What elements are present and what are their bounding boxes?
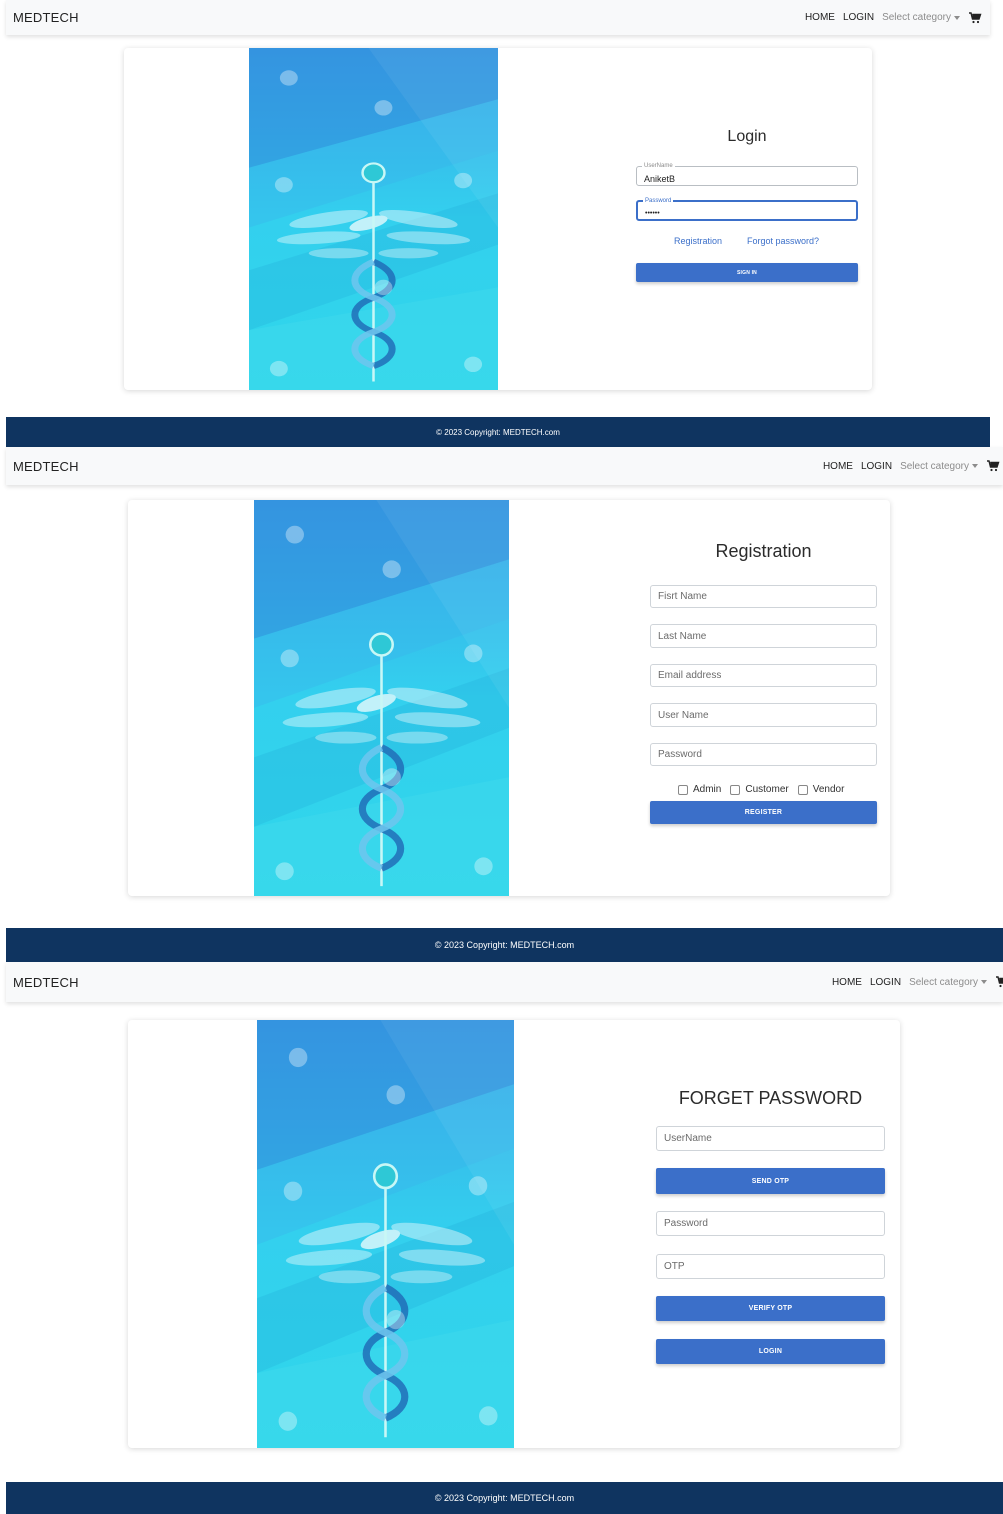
role-label: Customer xyxy=(745,784,789,795)
category-label: Select category xyxy=(882,12,951,23)
role-customer[interactable]: Customer xyxy=(730,784,789,795)
nav-home-link[interactable]: HOME xyxy=(805,12,835,23)
nav-links: HOME LOGIN Select category xyxy=(823,460,1000,472)
cart-icon[interactable] xyxy=(968,11,982,24)
forgot-password-link[interactable]: Forgot password? xyxy=(747,236,819,246)
category-label: Select category xyxy=(900,460,969,472)
username-field[interactable]: User Name xyxy=(650,703,877,727)
send-otp-button[interactable]: SEND OTP xyxy=(656,1168,885,1194)
copyright-text: © 2023 Copyright: MEDTECH.com xyxy=(436,427,560,437)
username-label: UserName xyxy=(642,162,675,170)
hero-image xyxy=(254,500,509,896)
category-label: Select category xyxy=(909,976,978,988)
hero-image xyxy=(257,1020,514,1448)
password-value: •••••• xyxy=(645,210,660,217)
role-vendor[interactable]: Vendor xyxy=(797,784,845,795)
cart-icon[interactable] xyxy=(995,976,1003,988)
username-value: AniketB xyxy=(644,174,676,184)
password-field[interactable]: Password xyxy=(656,1211,885,1236)
category-dropdown[interactable]: Select category xyxy=(882,12,960,23)
role-checkboxes: Admin Customer Vendor xyxy=(678,784,853,795)
navbar: MEDTECH HOME LOGIN Select category xyxy=(6,447,1003,485)
role-label: Vendor xyxy=(812,784,845,795)
registration-link[interactable]: Registration xyxy=(674,236,722,246)
brand-logo[interactable]: MEDTECH xyxy=(13,459,79,474)
chevron-down-icon xyxy=(972,464,978,468)
category-dropdown[interactable]: Select category xyxy=(900,461,978,472)
register-button[interactable]: REGISTER xyxy=(650,801,877,824)
footer: © 2023 Copyright: MEDTECH.com xyxy=(6,1482,1003,1514)
page-title: Login xyxy=(727,128,767,145)
footer: © 2023 Copyright: MEDTECH.com xyxy=(6,417,990,447)
role-admin[interactable]: Admin xyxy=(678,784,721,795)
sign-in-button[interactable]: SIGN IN xyxy=(636,263,858,282)
footer: © 2023 Copyright: MEDTECH.com xyxy=(6,928,1003,962)
nav-links: HOME LOGIN Select category xyxy=(832,976,1003,988)
verify-otp-button[interactable]: VERIFY OTP xyxy=(656,1296,885,1321)
nav-home-link[interactable]: HOME xyxy=(832,977,862,988)
last-name-field[interactable]: Last Name xyxy=(650,624,877,648)
hero-image xyxy=(249,48,498,390)
username-field[interactable]: UserName AniketB xyxy=(636,162,858,186)
password-field[interactable]: Password •••••• xyxy=(636,197,858,221)
nav-links: HOME LOGIN Select category xyxy=(805,11,982,24)
page-title: FORGET PASSWORD xyxy=(678,1088,863,1108)
nav-login-link[interactable]: LOGIN xyxy=(861,461,892,472)
otp-field[interactable]: OTP xyxy=(656,1254,885,1279)
admin-checkbox[interactable] xyxy=(678,784,688,795)
chevron-down-icon xyxy=(954,15,960,20)
username-field[interactable]: UserName xyxy=(656,1126,885,1151)
page-title: Registration xyxy=(715,541,812,561)
nav-login-link[interactable]: LOGIN xyxy=(843,12,874,23)
navbar: MEDTECH HOME LOGIN Select category xyxy=(6,962,1003,1002)
brand-logo[interactable]: MEDTECH xyxy=(13,975,79,990)
first-name-field[interactable]: Fisrt Name xyxy=(650,585,877,608)
cart-icon[interactable] xyxy=(986,460,1000,472)
login-button[interactable]: LOGIN xyxy=(656,1339,885,1364)
brand-logo[interactable]: MEDTECH xyxy=(13,10,79,25)
nav-login-link[interactable]: LOGIN xyxy=(870,977,901,988)
category-dropdown[interactable]: Select category xyxy=(909,977,987,988)
email-field[interactable]: Email address xyxy=(650,664,877,687)
password-label: Password xyxy=(643,197,674,205)
role-label: Admin xyxy=(693,784,722,795)
customer-checkbox[interactable] xyxy=(730,784,741,795)
chevron-down-icon xyxy=(981,980,987,984)
password-field[interactable]: Password xyxy=(650,743,877,766)
nav-home-link[interactable]: HOME xyxy=(823,461,853,472)
copyright-text: © 2023 Copyright: MEDTECH.com xyxy=(434,940,575,950)
vendor-checkbox[interactable] xyxy=(797,784,808,795)
copyright-text: © 2023 Copyright: MEDTECH.com xyxy=(434,1493,575,1503)
navbar: MEDTECH HOME LOGIN Select category xyxy=(6,0,990,35)
